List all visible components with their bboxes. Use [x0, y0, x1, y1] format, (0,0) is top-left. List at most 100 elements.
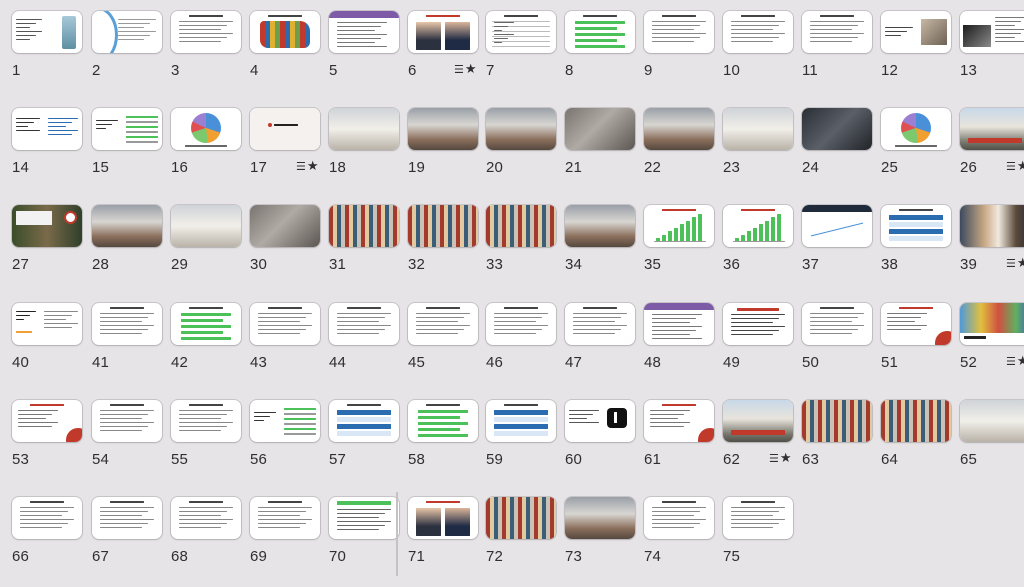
slide-thumbnail[interactable] — [329, 11, 399, 53]
slide-thumbnail[interactable] — [92, 108, 162, 150]
slide-thumbnail[interactable] — [960, 205, 1024, 247]
slide-thumbnail[interactable] — [802, 11, 872, 53]
slide-thumbnail[interactable] — [802, 108, 872, 150]
slide-thumbnail[interactable] — [408, 303, 478, 345]
slide-thumbnail[interactable] — [171, 497, 241, 539]
slide-thumbnail[interactable] — [329, 205, 399, 247]
slide-thumbnail-cell[interactable]: 51 — [881, 292, 959, 389]
slide-thumbnail-cell[interactable]: 34 — [565, 194, 643, 291]
slide-thumbnail-cell[interactable]: 49 — [723, 292, 801, 389]
slide-thumbnail-cell[interactable]: 22 — [644, 97, 722, 194]
slide-thumbnail-cell[interactable]: 39 ☰★ — [960, 194, 1024, 291]
slide-thumbnail-cell[interactable]: 69 — [250, 486, 328, 583]
slide-thumbnail-cell[interactable]: 56 — [250, 389, 328, 486]
slide-thumbnail[interactable] — [329, 303, 399, 345]
slide-thumbnail-cell[interactable]: 74 — [644, 486, 722, 583]
slide-thumbnail[interactable] — [565, 11, 635, 53]
slide-thumbnail[interactable] — [644, 303, 714, 345]
slide-thumbnail-cell[interactable]: 44 — [329, 292, 407, 389]
slide-thumbnail-cell[interactable]: 1 — [12, 0, 90, 97]
slide-thumbnail[interactable] — [881, 400, 951, 442]
slide-thumbnail[interactable] — [644, 108, 714, 150]
slide-thumbnail[interactable] — [960, 11, 1024, 53]
slide-thumbnail[interactable] — [960, 108, 1024, 150]
slide-thumbnail-cell[interactable]: 62 ☰★ — [723, 389, 801, 486]
slide-thumbnail-cell[interactable]: 73 — [565, 486, 643, 583]
slide-thumbnail-cell[interactable]: 75 — [723, 486, 801, 583]
slide-thumbnail[interactable] — [92, 497, 162, 539]
slide-thumbnail[interactable] — [12, 400, 82, 442]
slide-thumbnail-cell[interactable]: 58 — [408, 389, 486, 486]
slide-thumbnail-cell[interactable]: 59 — [486, 389, 564, 486]
slide-thumbnail-cell[interactable]: 29 — [171, 194, 249, 291]
slide-thumbnail[interactable] — [250, 11, 320, 53]
slide-thumbnail[interactable] — [250, 205, 320, 247]
slide-thumbnail[interactable] — [250, 108, 320, 150]
slide-thumbnail[interactable] — [486, 497, 556, 539]
slide-thumbnail-cell[interactable]: 10 — [723, 0, 801, 97]
slide-thumbnail[interactable] — [486, 400, 556, 442]
slide-thumbnail[interactable] — [881, 11, 951, 53]
slide-thumbnail[interactable] — [644, 497, 714, 539]
slide-thumbnail-cell[interactable]: 50 — [802, 292, 880, 389]
slide-thumbnail-cell[interactable]: 16 — [171, 97, 249, 194]
slide-thumbnail[interactable] — [12, 303, 82, 345]
slide-thumbnail[interactable] — [92, 11, 162, 53]
slide-thumbnail[interactable] — [92, 303, 162, 345]
slide-thumbnail[interactable] — [881, 205, 951, 247]
slide-thumbnail-cell[interactable]: 11 — [802, 0, 880, 97]
slide-thumbnail[interactable] — [881, 303, 951, 345]
slide-thumbnail-cell[interactable]: 20 — [486, 97, 564, 194]
slide-thumbnail[interactable] — [171, 11, 241, 53]
slide-thumbnail-cell[interactable]: 21 — [565, 97, 643, 194]
slide-thumbnail-cell[interactable]: 63 — [802, 389, 880, 486]
slide-thumbnail-cell[interactable]: 42 — [171, 292, 249, 389]
slide-thumbnail[interactable] — [329, 108, 399, 150]
slide-thumbnail[interactable] — [171, 400, 241, 442]
slide-thumbnail-cell[interactable]: 7 — [486, 0, 564, 97]
slide-thumbnail[interactable] — [644, 400, 714, 442]
slide-thumbnail-cell[interactable]: 53 — [12, 389, 90, 486]
slide-thumbnail-cell[interactable]: 40 — [12, 292, 90, 389]
slide-thumbnail[interactable] — [486, 205, 556, 247]
slide-thumbnail-cell[interactable]: 17 ☰★ — [250, 97, 328, 194]
slide-thumbnail[interactable] — [565, 108, 635, 150]
slide-thumbnail-cell[interactable]: 3 — [171, 0, 249, 97]
slide-thumbnail[interactable] — [802, 303, 872, 345]
slide-thumbnail[interactable] — [486, 303, 556, 345]
slide-thumbnail-cell[interactable]: 64 — [881, 389, 959, 486]
slide-thumbnail[interactable] — [171, 108, 241, 150]
slide-thumbnail-cell[interactable]: 5 — [329, 0, 407, 97]
slide-thumbnail[interactable] — [250, 497, 320, 539]
slide-thumbnail-cell[interactable]: 46 — [486, 292, 564, 389]
slide-thumbnail[interactable] — [408, 11, 478, 53]
slide-thumbnail-cell[interactable]: 68 — [171, 486, 249, 583]
slide-thumbnail[interactable] — [565, 303, 635, 345]
slide-thumbnail[interactable] — [12, 497, 82, 539]
slide-thumbnail-cell[interactable]: 37 — [802, 194, 880, 291]
slide-thumbnail-cell[interactable]: 30 — [250, 194, 328, 291]
slide-thumbnail-cell[interactable]: 71 — [408, 486, 486, 583]
slide-thumbnail-cell[interactable]: 35 — [644, 194, 722, 291]
slide-thumbnail[interactable] — [960, 303, 1024, 345]
slide-thumbnail-cell[interactable]: 47 — [565, 292, 643, 389]
slide-thumbnail-cell[interactable]: 41 — [92, 292, 170, 389]
slide-thumbnail-cell[interactable]: 14 — [12, 97, 90, 194]
slide-thumbnail-cell[interactable]: 67 — [92, 486, 170, 583]
slide-thumbnail[interactable] — [723, 108, 793, 150]
slide-thumbnail[interactable] — [565, 205, 635, 247]
slide-thumbnail[interactable] — [723, 205, 793, 247]
slide-thumbnail[interactable] — [408, 497, 478, 539]
slide-thumbnail-cell[interactable]: 38 — [881, 194, 959, 291]
slide-thumbnail[interactable] — [960, 400, 1024, 442]
slide-thumbnail-cell[interactable]: 18 — [329, 97, 407, 194]
slide-thumbnail-cell[interactable]: 60 — [565, 389, 643, 486]
slide-thumbnail-cell[interactable]: 26 ☰★ — [960, 97, 1024, 194]
slide-thumbnail-cell[interactable]: 61 — [644, 389, 722, 486]
slide-thumbnail[interactable] — [723, 303, 793, 345]
slide-thumbnail-cell[interactable]: 2 — [92, 0, 170, 97]
slide-thumbnail-cell[interactable]: 4 — [250, 0, 328, 97]
slide-thumbnail-cell[interactable]: 52 ☰★ — [960, 292, 1024, 389]
slide-thumbnail-cell[interactable]: 45 — [408, 292, 486, 389]
slide-thumbnail[interactable] — [408, 108, 478, 150]
